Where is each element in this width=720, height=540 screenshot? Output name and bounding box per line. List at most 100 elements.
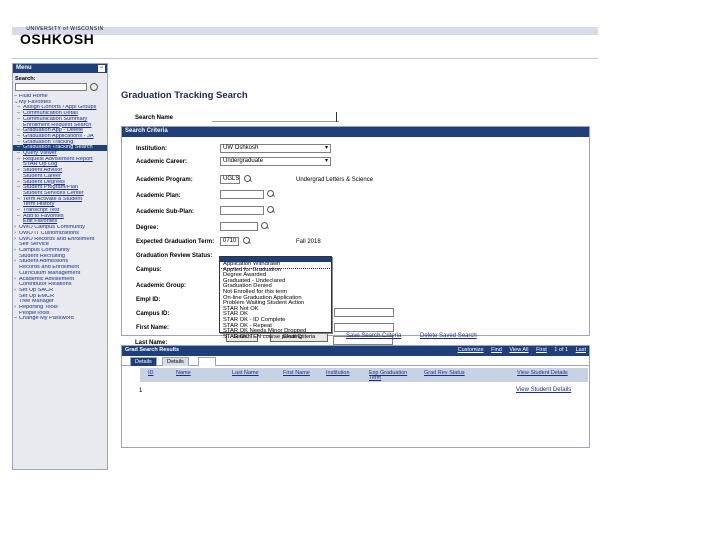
sidebar-item-label: Term History bbox=[23, 202, 55, 208]
page-range: 1 of 1 bbox=[554, 347, 569, 353]
search-go-icon[interactable] bbox=[90, 83, 98, 91]
sidebar-item-label: Graduation App - Delete bbox=[23, 128, 84, 134]
column-name[interactable]: Name bbox=[176, 370, 191, 376]
search-criteria-header: Search Criteria bbox=[122, 127, 589, 137]
sidebar-item-label: Change My Password bbox=[19, 316, 74, 322]
plan-lookup-icon[interactable] bbox=[267, 190, 275, 198]
sidebar-item-label: Academic Advisement bbox=[19, 276, 75, 282]
sidebar-item-label: Student Career bbox=[23, 173, 61, 179]
column-grad-rev-status[interactable]: Grad Rev Status bbox=[424, 370, 465, 376]
sidebar-item-label: Request Advisement Report bbox=[23, 156, 93, 162]
column-first-name[interactable]: First Name bbox=[283, 370, 310, 376]
sidebar-item-label: Student Admissions bbox=[19, 259, 69, 265]
sidebar-item-label: Contributor Relations bbox=[19, 282, 72, 288]
column-id[interactable]: ID bbox=[148, 370, 154, 376]
view-all-link[interactable]: View All bbox=[509, 347, 528, 353]
sidebar-item-label: Student Degrees bbox=[23, 179, 65, 185]
first-name-label: First Name: bbox=[136, 325, 170, 331]
grid-tabs: Details Details bbox=[122, 356, 589, 366]
institution-select[interactable]: UW Oshkosh ▾ bbox=[220, 144, 331, 153]
save-search-link[interactable]: Save Search Criteria bbox=[346, 333, 401, 339]
column-last-name[interactable]: Last Name bbox=[232, 370, 259, 376]
sidebar-item-label: Self Service bbox=[19, 242, 49, 248]
sidebar-item-label: UWO IT Customizations bbox=[19, 230, 79, 236]
degree-input[interactable] bbox=[220, 222, 258, 231]
view-student-details-link[interactable]: View Student Details bbox=[516, 387, 571, 393]
column-exp-grad-term[interactable]: Exp Graduation Term bbox=[369, 370, 415, 381]
plan-input[interactable] bbox=[220, 190, 264, 199]
sidebar-item-label: Tree Manager bbox=[19, 299, 54, 305]
sidebar-item-label: Graduation Tracking Search bbox=[23, 145, 93, 151]
row-number: 1 bbox=[139, 388, 143, 394]
sidebar-item-label: Transcript Test bbox=[23, 208, 60, 214]
delete-search-link[interactable]: Delete Saved Search bbox=[420, 333, 477, 339]
sidebar-item-label: UWO Campus Community bbox=[19, 225, 85, 231]
grid-column-headers: ID Name Last Name First Name Institution… bbox=[140, 368, 588, 382]
sidebar-item-label: Campus Community bbox=[19, 247, 70, 253]
tab-show-all-icon[interactable] bbox=[198, 357, 216, 366]
sidebar-item-label: Student Advisor bbox=[23, 168, 63, 174]
review-status-option[interactable]: STAR OK TEN course pending bbox=[220, 334, 331, 341]
grid-header: Grad Search Results Customize Find View … bbox=[122, 346, 589, 356]
page-title: Graduation Tracking Search bbox=[121, 90, 248, 101]
first-name-input[interactable] bbox=[334, 323, 394, 332]
degree-lookup-icon[interactable] bbox=[261, 222, 269, 230]
sidebar-item-label: Student Recruiting bbox=[19, 253, 66, 259]
review-status-options: Application Withdrawn Applied for Graduat… bbox=[219, 261, 332, 341]
search-name-label: Search Name bbox=[135, 115, 174, 121]
column-institution[interactable]: Institution bbox=[326, 370, 350, 376]
sidebar-item-label: Reporting Tools bbox=[19, 305, 58, 311]
career-select[interactable]: Undergraduate ▾ bbox=[220, 157, 331, 166]
exp-grad-term-input[interactable]: 0710 bbox=[220, 237, 239, 246]
search-criteria-panel: Search Criteria Institution: UW Oshkosh ▾… bbox=[121, 126, 590, 336]
logo-main-text: OSHKOSH bbox=[20, 31, 95, 47]
institution-value: UW Oshkosh bbox=[223, 145, 259, 151]
plan-label: Academic Plan: bbox=[136, 193, 181, 199]
collapse-icon[interactable]: − bbox=[98, 65, 105, 72]
program-lookup-icon[interactable] bbox=[244, 175, 252, 183]
career-label: Academic Career: bbox=[136, 159, 188, 165]
program-label: Academic Program: bbox=[136, 177, 193, 183]
exp-grad-term-lookup-icon[interactable] bbox=[243, 237, 251, 245]
search-name-input[interactable] bbox=[212, 113, 339, 122]
sidebar-item-label: Fluid Home bbox=[19, 94, 48, 99]
results-grid: Grad Search Results Customize Find View … bbox=[121, 345, 590, 448]
program-description: Undergrad Letters & Science bbox=[296, 177, 374, 183]
menu-tree: – Fluid Home ⌄ My Favorites – Assign Cohorts … bbox=[13, 94, 107, 322]
academic-group-label: Academic Group: bbox=[136, 283, 187, 289]
program-input[interactable]: UGLS bbox=[220, 175, 240, 184]
sidebar-item-label: Records and Enrollment bbox=[19, 265, 80, 271]
first-link[interactable]: First bbox=[536, 347, 547, 353]
sidebar-item-label: Student Services Center bbox=[23, 190, 84, 196]
review-status-dropdown[interactable]: Application Withdrawn Applied for Graduat… bbox=[219, 256, 332, 339]
sidebar-item[interactable]: – Change My Password bbox=[13, 316, 107, 322]
subplan-lookup-icon[interactable] bbox=[267, 206, 275, 214]
career-value: Undergraduate bbox=[223, 158, 264, 164]
university-logo: UNIVERSITY of WISCONSIN OSHKOSH bbox=[20, 26, 110, 60]
sidebar-item-label: Edit Favorites bbox=[23, 219, 58, 225]
subplan-input[interactable] bbox=[220, 206, 264, 215]
tab-details-2[interactable]: Details bbox=[162, 357, 189, 366]
campus-id-input[interactable] bbox=[334, 308, 394, 317]
subplan-label: Academic Sub-Plan: bbox=[136, 209, 195, 215]
sidebar-item-label: UWO Records and Enrollment bbox=[19, 236, 95, 242]
exp-grad-term-label: Expected Graduation Term: bbox=[136, 239, 215, 245]
sidebar-item-label: Communication Detail bbox=[23, 111, 78, 117]
sidebar-item-label: Graduation Tracking bbox=[23, 139, 74, 145]
header-divider bbox=[12, 58, 598, 59]
menu-search-input[interactable] bbox=[15, 83, 87, 91]
last-link[interactable]: Last bbox=[576, 347, 586, 353]
sidebar-item-label: Graduation Applications - JA bbox=[23, 133, 94, 139]
grid-navigation: Customize Find View All First 1 of 1 Las… bbox=[452, 347, 586, 353]
emplid-label: Empl ID: bbox=[136, 297, 161, 303]
find-link[interactable]: Find bbox=[491, 347, 502, 353]
sidebar-item-label: PeopleTools bbox=[19, 310, 50, 316]
sidebar-item-label: Communication Summary bbox=[23, 116, 88, 122]
text-cursor-icon bbox=[336, 112, 337, 122]
degree-label: Degree: bbox=[136, 225, 159, 231]
tab-details[interactable]: Details bbox=[130, 357, 157, 366]
menu-title: Menu bbox=[16, 65, 32, 71]
review-status-label: Graduation Review Status: bbox=[136, 253, 213, 259]
customize-link[interactable]: Customize bbox=[458, 347, 484, 353]
column-view-details[interactable]: View Student Details bbox=[517, 370, 568, 376]
